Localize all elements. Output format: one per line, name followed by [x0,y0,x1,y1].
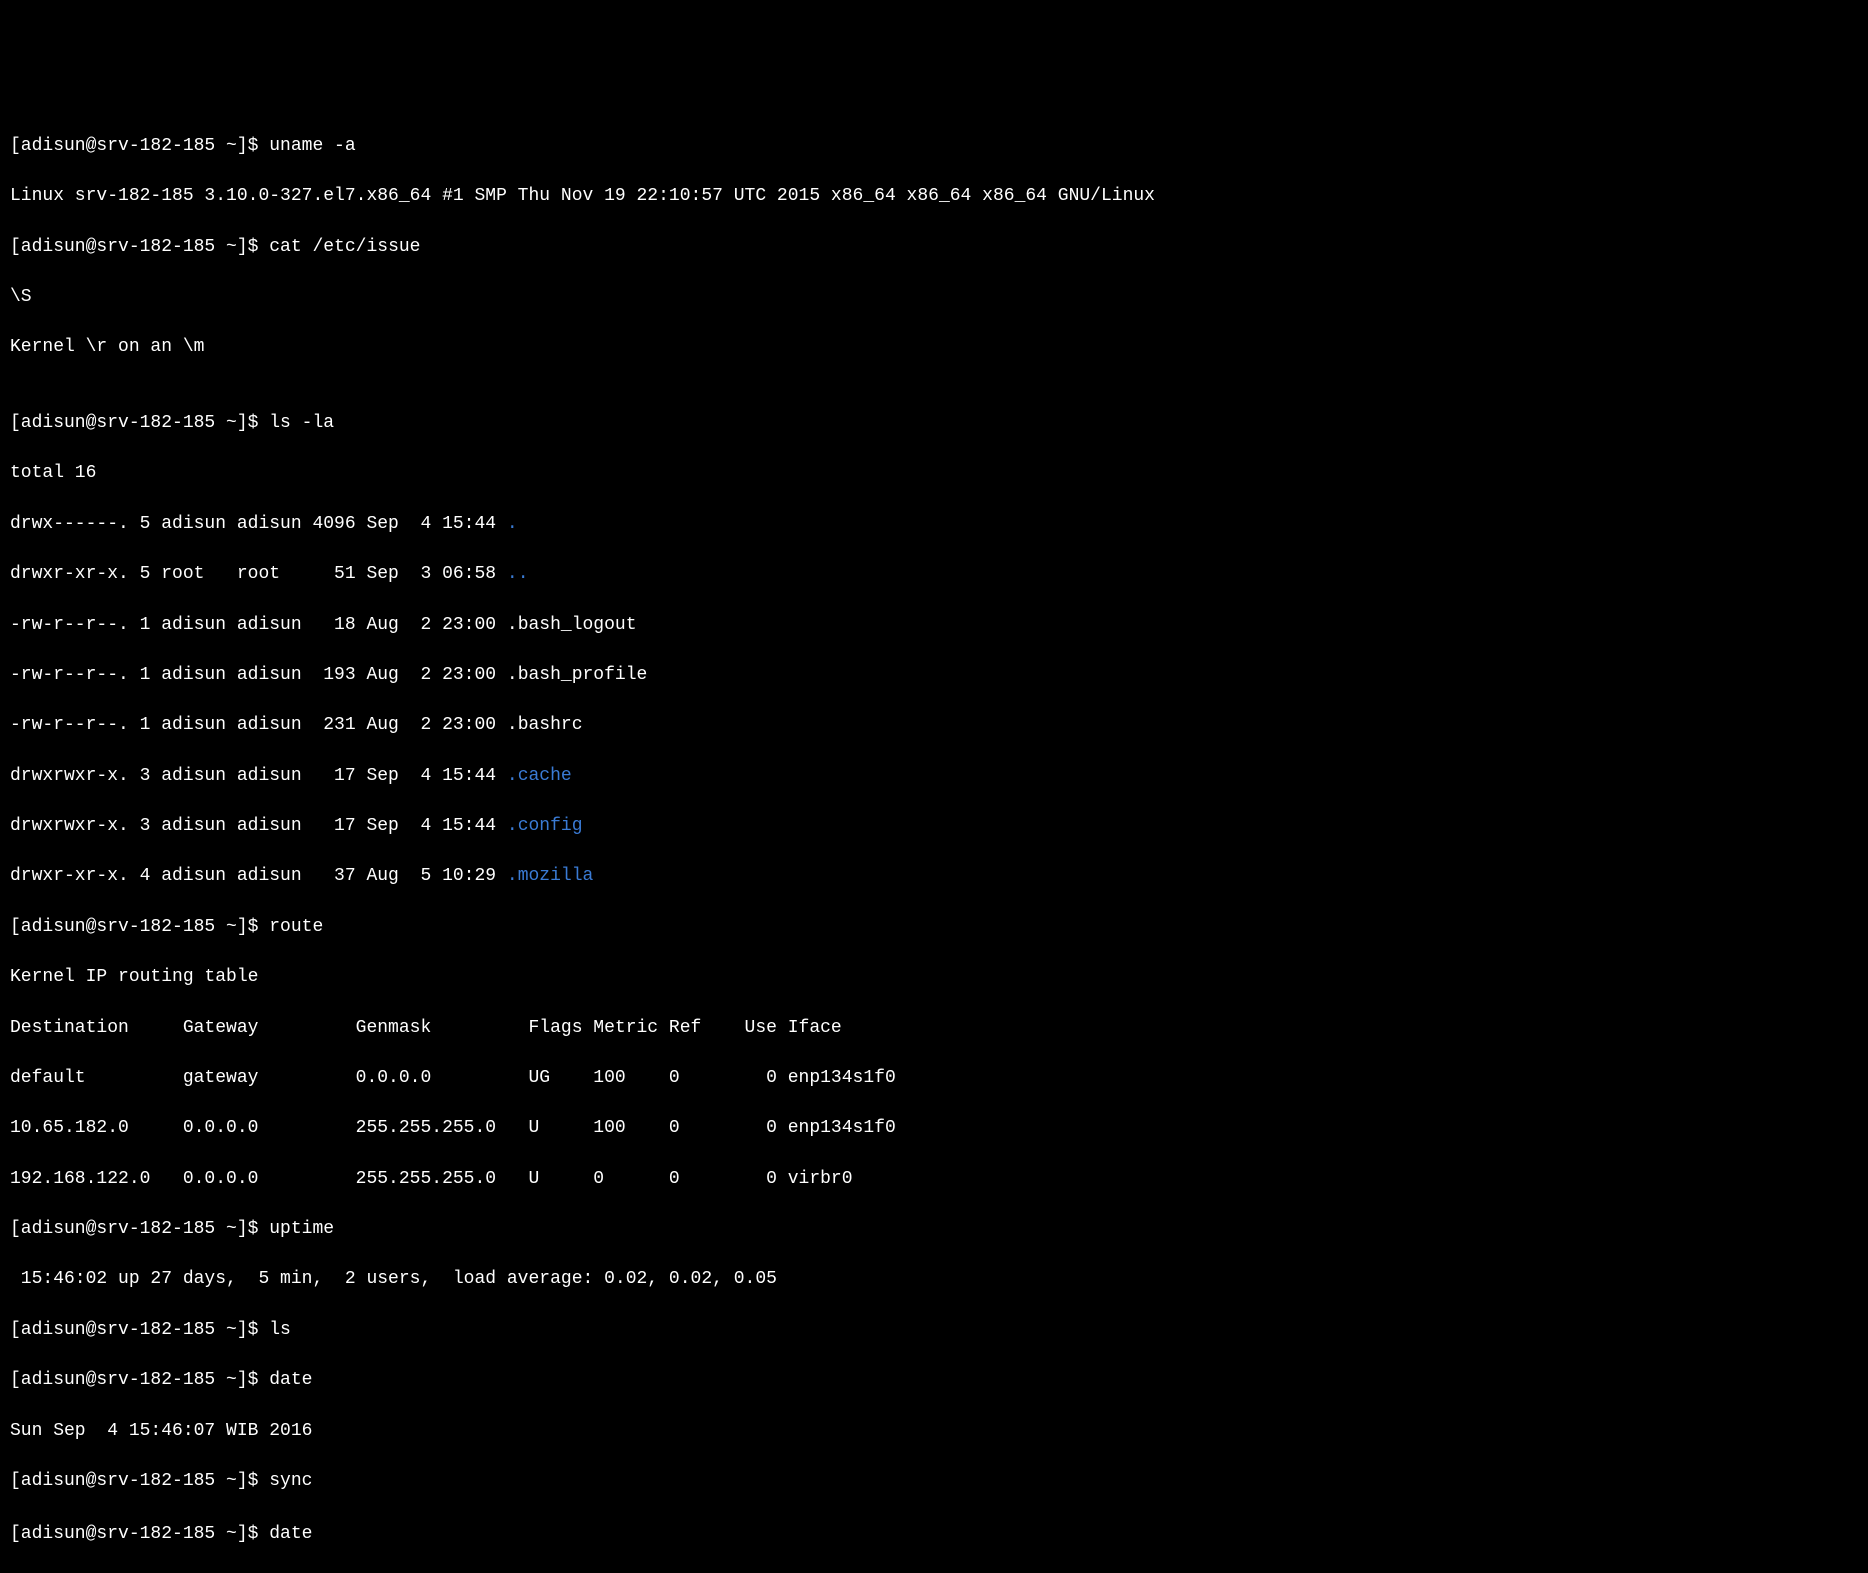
shell-prompt: [adisun@srv-182-185 ~]$ [10,1524,269,1544]
shell-prompt: [adisun@srv-182-185 ~]$ [10,136,269,156]
command-date: date [269,1370,312,1390]
ls-row-name: .bash_logout [507,615,637,635]
ls-row-name: .mozilla [507,866,593,886]
output-cat-issue-1: \S [10,285,1858,310]
output-route-title: Kernel IP routing table [10,965,1858,990]
shell-prompt: [adisun@srv-182-185 ~]$ [10,1471,269,1491]
shell-prompt: [adisun@srv-182-185 ~]$ [10,237,269,257]
shell-prompt: [adisun@srv-182-185 ~]$ [10,1370,269,1390]
ls-row: drwxrwxr-x. 3 adisun adisun 17 Sep 4 15:… [10,764,1858,789]
ls-row: drwxr-xr-x. 4 adisun adisun 37 Aug 5 10:… [10,864,1858,889]
ls-row-pre: -rw-r--r--. 1 adisun adisun 18 Aug 2 23:… [10,615,507,635]
command-sync: sync [269,1471,312,1491]
prompt-line-ls-la: [adisun@srv-182-185 ~]$ ls -la [10,411,1858,436]
ls-row-pre: drwxr-xr-x. 5 root root 51 Sep 3 06:58 [10,564,507,584]
prompt-line-uptime: [adisun@srv-182-185 ~]$ uptime [10,1217,1858,1242]
prompt-line-current[interactable]: [adisun@srv-182-185 ~]$ date [10,1519,1858,1547]
output-uname: Linux srv-182-185 3.10.0-327.el7.x86_64 … [10,184,1858,209]
route-row: default gateway 0.0.0.0 UG 100 0 0 enp13… [10,1066,1858,1091]
route-row: 10.65.182.0 0.0.0.0 255.255.255.0 U 100 … [10,1116,1858,1141]
shell-prompt: [adisun@srv-182-185 ~]$ [10,917,269,937]
prompt-line-cat-issue: [adisun@srv-182-185 ~]$ cat /etc/issue [10,235,1858,260]
ls-row-pre: drwx------. 5 adisun adisun 4096 Sep 4 1… [10,514,507,534]
prompt-line-sync: [adisun@srv-182-185 ~]$ sync [10,1469,1858,1494]
ls-row-name: .config [507,816,583,836]
ls-row: drwxrwxr-x. 3 adisun adisun 17 Sep 4 15:… [10,814,1858,839]
terminal[interactable]: [adisun@srv-182-185 ~]$ uname -a Linux s… [10,109,1858,1035]
ls-row-name: .bash_profile [507,665,647,685]
command-route: route [269,917,323,937]
command-ls-la: ls -la [269,413,334,433]
command-cat-issue: cat /etc/issue [269,237,420,257]
output-cat-issue-2: Kernel \r on an \m [10,335,1858,360]
prompt-line-route: [adisun@srv-182-185 ~]$ route [10,915,1858,940]
prompt-line-ls: [adisun@srv-182-185 ~]$ ls [10,1318,1858,1343]
ls-row: drwxr-xr-x. 5 root root 51 Sep 3 06:58 .… [10,562,1858,587]
route-row: 192.168.122.0 0.0.0.0 255.255.255.0 U 0 … [10,1167,1858,1192]
shell-prompt: [adisun@srv-182-185 ~]$ [10,1320,269,1340]
ls-row-name: . [507,514,518,534]
ls-row-pre: drwxrwxr-x. 3 adisun adisun 17 Sep 4 15:… [10,766,507,786]
command-uptime: uptime [269,1219,334,1239]
output-uptime: 15:46:02 up 27 days, 5 min, 2 users, loa… [10,1267,1858,1292]
ls-row: -rw-r--r--. 1 adisun adisun 18 Aug 2 23:… [10,613,1858,638]
ls-row-pre: -rw-r--r--. 1 adisun adisun 193 Aug 2 23… [10,665,507,685]
ls-row-name: .. [507,564,529,584]
ls-row-pre: -rw-r--r--. 1 adisun adisun 231 Aug 2 23… [10,715,507,735]
output-route-header: Destination Gateway Genmask Flags Metric… [10,1016,1858,1041]
ls-row: -rw-r--r--. 1 adisun adisun 193 Aug 2 23… [10,663,1858,688]
prompt-line-date: [adisun@srv-182-185 ~]$ date [10,1368,1858,1393]
output-ls-total: total 16 [10,461,1858,486]
command-ls: ls [269,1320,291,1340]
shell-prompt: [adisun@srv-182-185 ~]$ [10,1219,269,1239]
ls-row-name: .bashrc [507,715,583,735]
ls-row-pre: drwxrwxr-x. 3 adisun adisun 17 Sep 4 15:… [10,816,507,836]
ls-row: -rw-r--r--. 1 adisun adisun 231 Aug 2 23… [10,713,1858,738]
command-date-typing: date [269,1524,312,1544]
shell-prompt: [adisun@srv-182-185 ~]$ [10,413,269,433]
ls-row-name: .cache [507,766,572,786]
ls-row-pre: drwxr-xr-x. 4 adisun adisun 37 Aug 5 10:… [10,866,507,886]
output-date: Sun Sep 4 15:46:07 WIB 2016 [10,1419,1858,1444]
ls-row: drwx------. 5 adisun adisun 4096 Sep 4 1… [10,512,1858,537]
command-uname: uname -a [269,136,355,156]
prompt-line-uname: [adisun@srv-182-185 ~]$ uname -a [10,134,1858,159]
